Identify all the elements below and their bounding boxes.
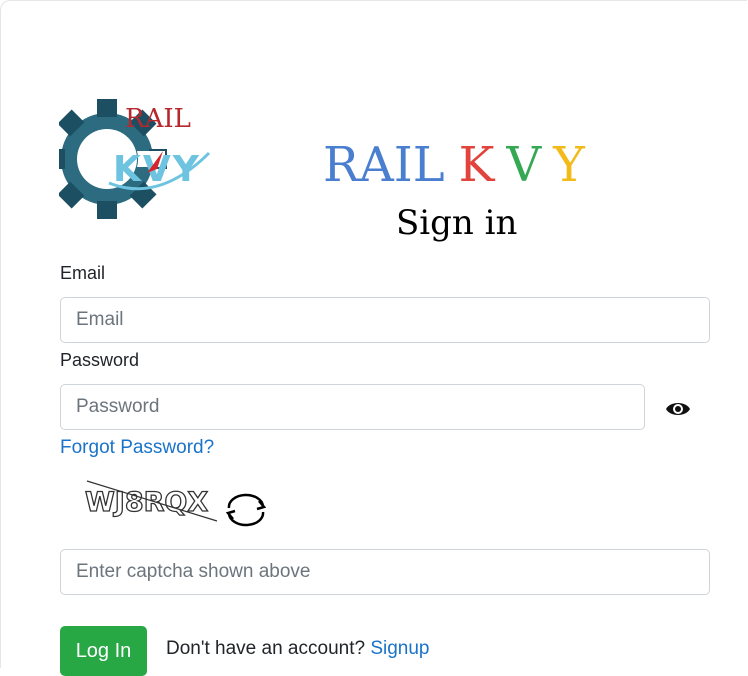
brand-title: RAIL K V Y bbox=[323, 137, 585, 193]
signup-link[interactable]: Signup bbox=[370, 638, 429, 659]
password-label: Password bbox=[60, 350, 140, 370]
password-field[interactable] bbox=[60, 384, 645, 430]
brand-title-v: V bbox=[506, 137, 542, 193]
login-card: RAIL KVY RAILKVY Sign in Email Password … bbox=[0, 0, 747, 676]
signup-prompt: Don't have an account? Signup bbox=[166, 638, 430, 660]
brand-title-y: Y bbox=[553, 137, 585, 193]
captcha-image: WJ8RQX bbox=[85, 486, 209, 518]
brand-title-rail: RAIL bbox=[323, 137, 445, 193]
page-title: Sign in bbox=[396, 203, 518, 243]
brand-title-k: K bbox=[458, 137, 495, 193]
eye-icon[interactable] bbox=[665, 399, 691, 419]
email-label: Email bbox=[60, 263, 106, 283]
email-field[interactable] bbox=[60, 297, 710, 343]
login-button[interactable]: Log In bbox=[60, 626, 147, 676]
svg-text:RAIL: RAIL bbox=[125, 104, 191, 134]
rail-kvy-logo: RAIL KVY bbox=[59, 99, 211, 219]
refresh-icon[interactable] bbox=[223, 493, 269, 527]
captcha-input[interactable] bbox=[60, 549, 710, 595]
signup-prompt-text: Don't have an account? bbox=[166, 638, 366, 659]
forgot-password-link[interactable]: Forgot Password? bbox=[60, 437, 214, 459]
